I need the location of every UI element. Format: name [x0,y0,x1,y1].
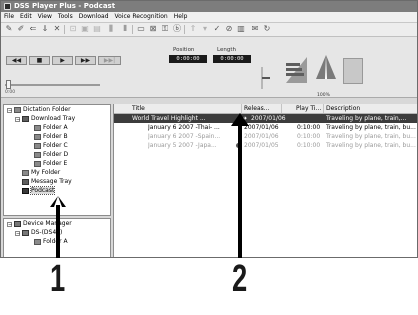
callout-arrow-1 [50,196,66,258]
callout-arrow-2 [231,113,249,258]
callout-number-2: 2 [232,258,248,300]
callout-number-1: 1 [50,258,66,300]
